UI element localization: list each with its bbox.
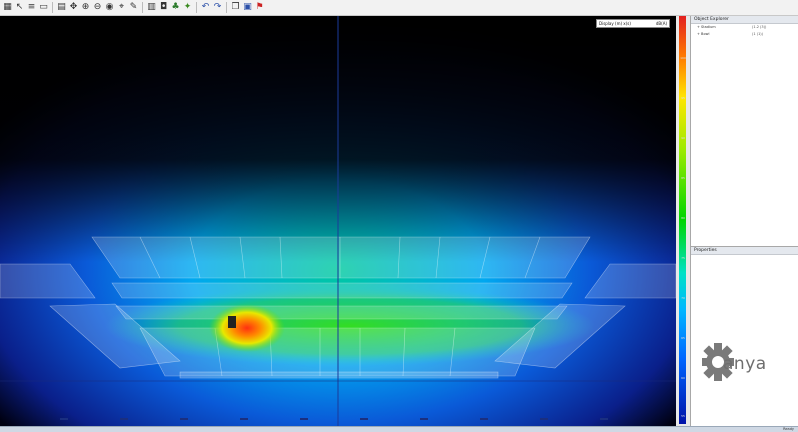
move-icon[interactable]: ✥ [68, 2, 79, 13]
pitch-base [179, 371, 499, 379]
scale-tick: 75 [681, 256, 685, 260]
company-logo: anya [701, 342, 791, 382]
scale-tick: 80 [681, 216, 685, 220]
redo-icon[interactable]: ↷ [212, 2, 223, 13]
object-explorer-title: Object Explorer [691, 16, 798, 24]
upper-roof-band [91, 236, 591, 279]
layers-icon[interactable]: ≡ [26, 2, 37, 13]
undo-icon[interactable]: ↶ [200, 2, 211, 13]
explorer-row[interactable]: + Bowl (1 (1)) [691, 31, 798, 38]
measure-icon[interactable]: ⌖ [116, 2, 127, 13]
toolbar-separator [196, 2, 197, 13]
scale-tick: 60 [681, 376, 685, 380]
explorer-row-name: + Stadium [697, 25, 716, 29]
properties-panel: Properties anya [691, 247, 798, 425]
scale-tick: 55 [681, 414, 685, 418]
tier-1 [111, 282, 573, 299]
right-panel: Object Explorer + Stadium (1.2 (3)) + Bo… [690, 16, 798, 426]
paint-icon[interactable]: ♣ [170, 2, 181, 13]
scale-tick: 95 [681, 96, 685, 100]
flag-icon[interactable]: ⚑ [254, 2, 265, 13]
toolbar: ▦ ↖ ≡ ▭ ▤ ✥ ⊕ ⊖ ◉ ⌖ ✎ ▥ ◘ ♣ ✦ ↶ ↷ ❐ ▣ ⚑ [0, 0, 798, 16]
sun-icon[interactable]: ✦ [182, 2, 193, 13]
chart-icon[interactable]: ▥ [146, 2, 157, 13]
camera-icon[interactable]: ◘ [158, 2, 169, 13]
toolbar-separator [142, 2, 143, 13]
window-icon[interactable]: ▭ [38, 2, 49, 13]
zoom-in-icon[interactable]: ⊕ [80, 2, 91, 13]
zoom-out-icon[interactable]: ⊖ [92, 2, 103, 13]
display-label: Display (m) x(s) [599, 21, 631, 26]
scale-tick: 100 [680, 56, 686, 60]
toolbar-separator [52, 2, 53, 13]
display-value: dB(A) [655, 21, 667, 26]
printer-icon[interactable]: ▤ [56, 2, 67, 13]
color-scale-bar [679, 16, 686, 424]
noise-source-marker[interactable] [228, 316, 236, 328]
cursor-icon[interactable]: ↖ [14, 2, 25, 13]
explorer-row-name: + Bowl [697, 32, 710, 36]
explorer-row-value: (1.2 (3)) [752, 25, 767, 29]
eye-icon[interactable]: ◉ [104, 2, 115, 13]
tier-2 [115, 305, 568, 320]
noise-map-viewport[interactable]: Display (m) x(s) dB(A) [0, 16, 676, 426]
noise-hotspot [209, 304, 285, 352]
object-explorer-panel: Object Explorer + Stadium (1.2 (3)) + Bo… [691, 16, 798, 247]
explorer-row[interactable]: + Stadium (1.2 (3)) [691, 24, 798, 31]
pen-icon[interactable]: ✎ [128, 2, 139, 13]
save-icon[interactable]: ▣ [242, 2, 253, 13]
status-bar: Ready [0, 426, 798, 432]
toolbar-separator [226, 2, 227, 13]
scale-tick: 85 [681, 176, 685, 180]
copy-icon[interactable]: ❐ [230, 2, 241, 13]
properties-title: Properties [691, 247, 798, 255]
scale-tick: 90 [681, 136, 685, 140]
scale-tick: 70 [681, 296, 685, 300]
explorer-row-value: (1 (1)) [752, 32, 764, 36]
status-text: Ready [783, 427, 794, 431]
logo-text: anya [723, 354, 767, 374]
application-window: ▦ ↖ ≡ ▭ ▤ ✥ ⊕ ⊖ ◉ ⌖ ✎ ▥ ◘ ♣ ✦ ↶ ↷ ❐ ▣ ⚑ [0, 0, 798, 432]
grid-icon[interactable]: ▦ [2, 2, 13, 13]
color-scale: 100 95 90 85 80 75 70 65 60 55 [676, 16, 690, 426]
noise-map-canvas [0, 16, 676, 426]
display-selector[interactable]: Display (m) x(s) dB(A) [596, 19, 670, 28]
scale-tick: 65 [681, 336, 685, 340]
